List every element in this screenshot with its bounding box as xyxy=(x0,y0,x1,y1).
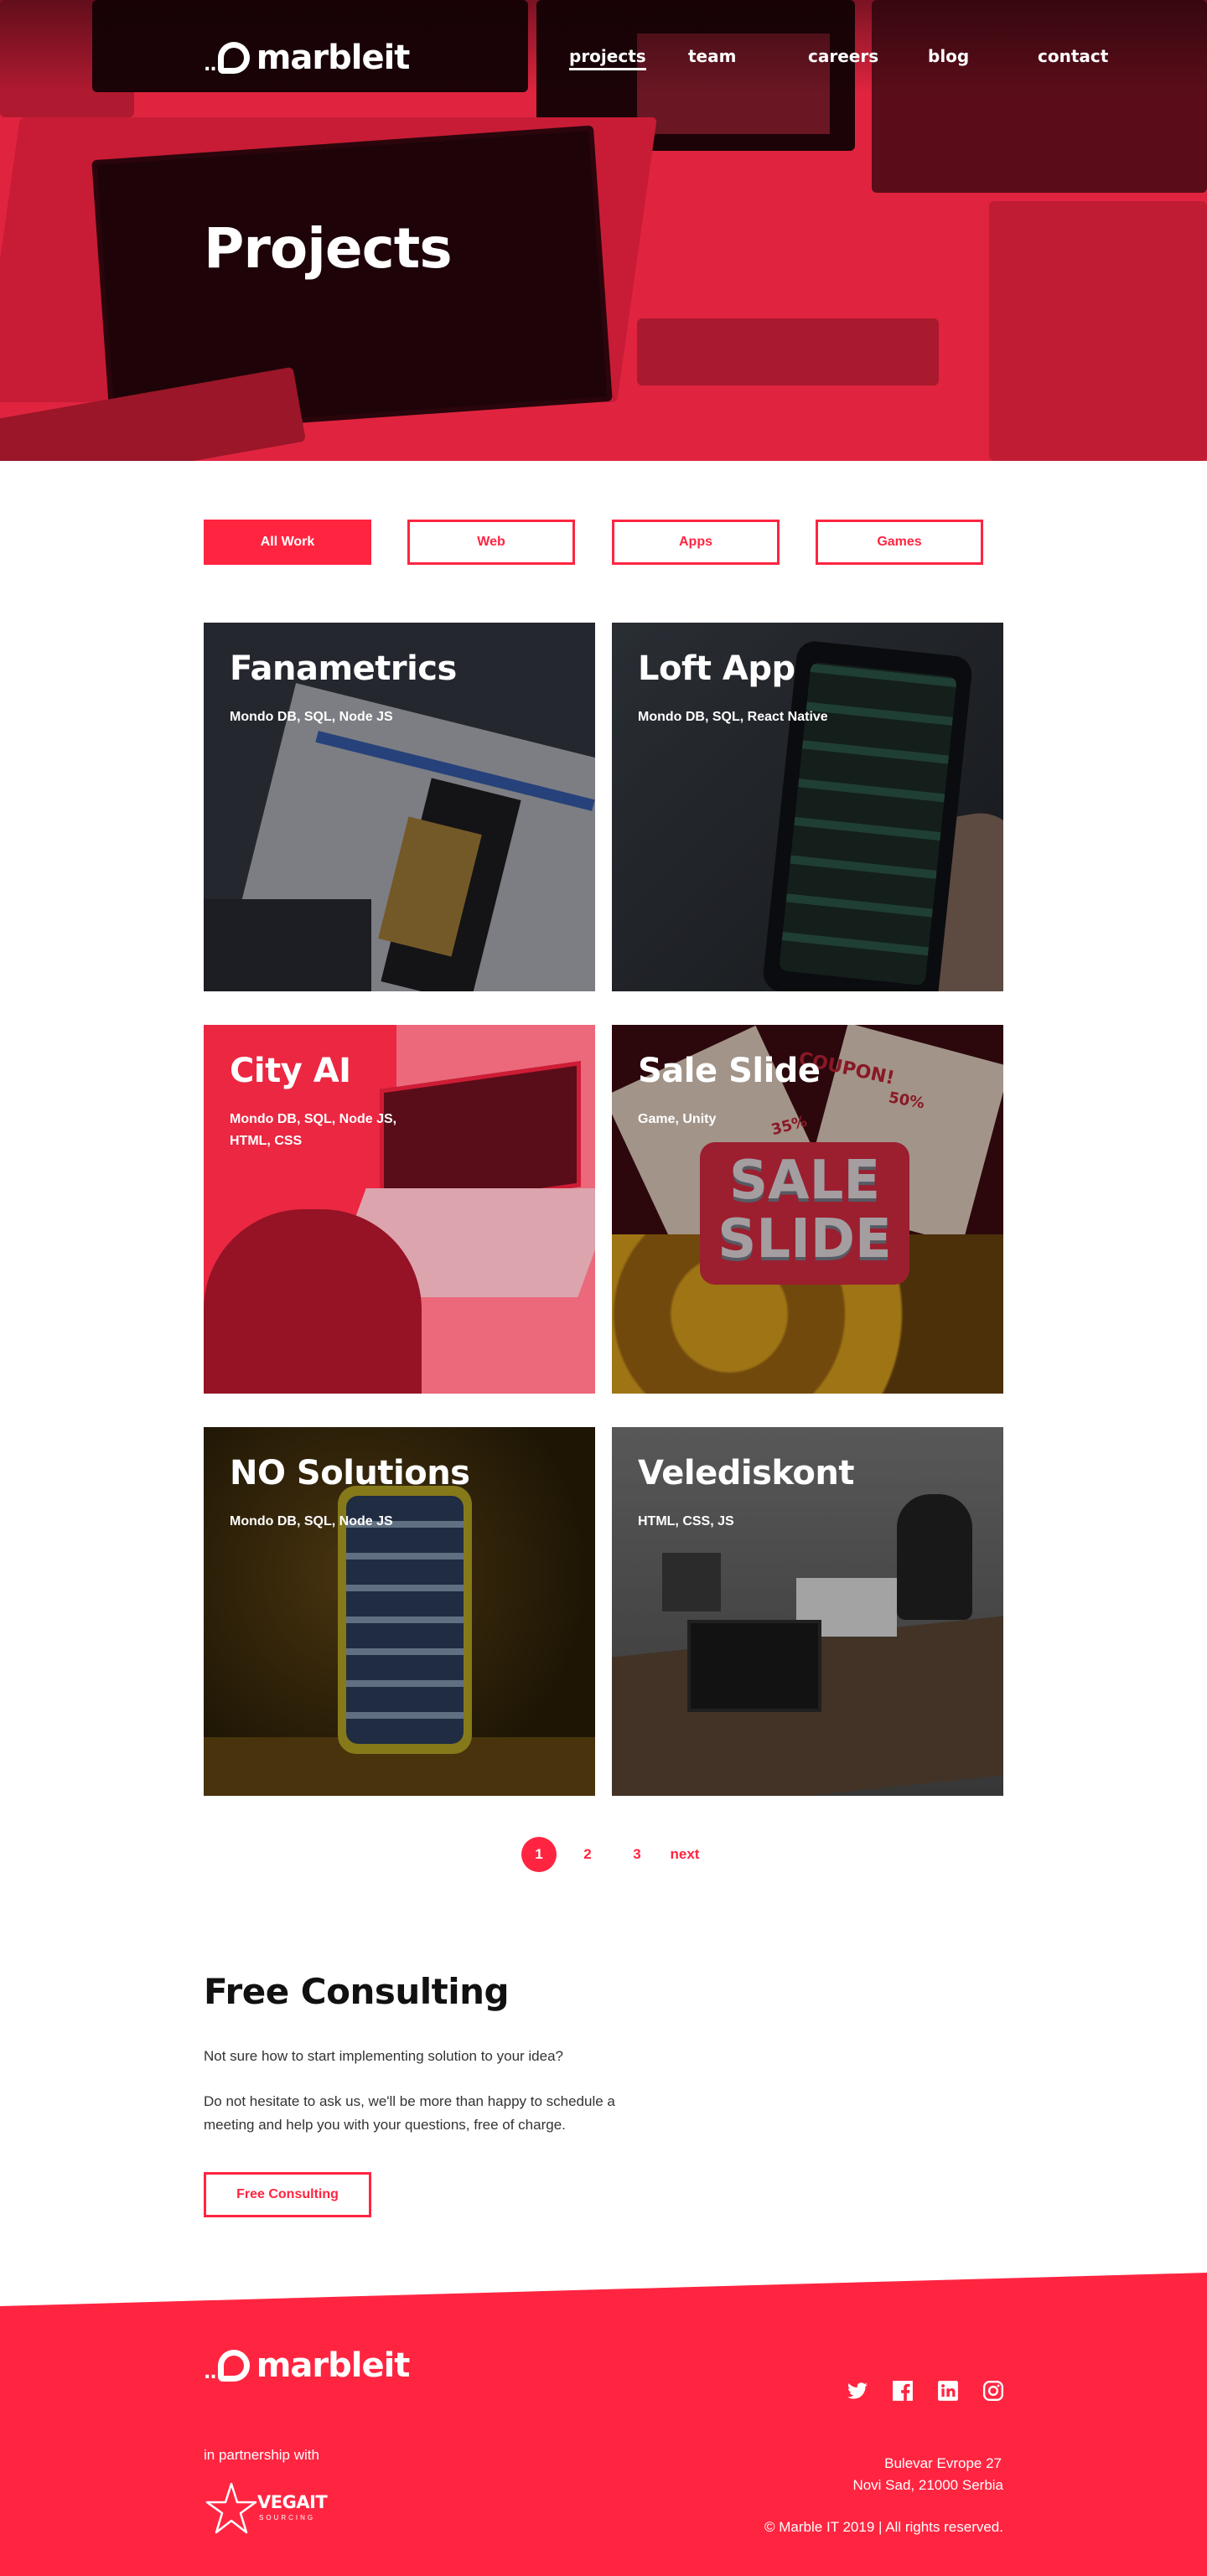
project-card-fanametrics[interactable]: Fanametrics Mondo DB, SQL, Node JS xyxy=(204,623,595,991)
vegait-star-icon xyxy=(205,2482,257,2534)
page: .. marbleit projects team careers blog c… xyxy=(0,0,1207,2576)
address-line-2: Novi Sad, 21000 Serbia xyxy=(852,2477,1003,2493)
logo-wordmark: marbleit xyxy=(256,39,411,77)
partnership-label: in partnership with xyxy=(204,2447,319,2463)
page-2-button[interactable]: 2 xyxy=(575,1837,600,1872)
marbleit-logo[interactable]: .. marbleit xyxy=(204,39,411,77)
next-page-link[interactable]: next xyxy=(664,1837,706,1872)
nav-projects[interactable]: projects xyxy=(569,46,646,70)
top-navigation: .. marbleit projects team careers blog c… xyxy=(0,0,1207,117)
footer-background xyxy=(0,2273,1207,2576)
project-card-city-ai[interactable]: City AI Mondo DB, SQL, Node JS, HTML, CS… xyxy=(204,1025,595,1394)
project-title: Fanametrics xyxy=(230,649,457,688)
page-1-button[interactable]: 1 xyxy=(521,1837,557,1872)
free-consulting-button[interactable]: Free Consulting xyxy=(204,2172,371,2217)
logo-dots-icon: .. xyxy=(204,2362,217,2383)
nav-blog[interactable]: blog xyxy=(928,46,969,66)
consulting-intro: Not sure how to start implementing solut… xyxy=(204,2048,564,2064)
project-card-sale-slide[interactable]: COUPON! 50% 35% SALE SLIDE Sale Slide Ga… xyxy=(612,1025,1003,1394)
project-card-no-solutions[interactable]: NO Solutions Mondo DB, SQL, Node JS xyxy=(204,1427,595,1796)
address-line-1: Bulevar Evrope 27 xyxy=(884,2455,1002,2471)
filter-web-button[interactable]: Web xyxy=(407,520,575,565)
project-tech: Mondo DB, SQL, Node JS xyxy=(230,710,393,724)
project-tech: Mondo DB, SQL, Node JS xyxy=(230,1514,393,1529)
filter-games-button[interactable]: Games xyxy=(816,520,983,565)
vegait-sub-wordmark: SOURCING xyxy=(259,2514,316,2522)
facebook-icon[interactable] xyxy=(892,2380,914,2402)
nav-team[interactable]: team xyxy=(688,46,736,66)
twitter-icon[interactable] xyxy=(847,2380,868,2402)
logo-ring-icon xyxy=(217,42,250,74)
hero-banner: .. marbleit projects team careers blog c… xyxy=(0,0,1207,461)
project-title: Sale Slide xyxy=(638,1052,821,1090)
logo-wordmark: marbleit xyxy=(256,2346,411,2385)
filter-apps-button[interactable]: Apps xyxy=(612,520,780,565)
filter-all-work-button[interactable]: All Work xyxy=(204,520,371,565)
nav-careers[interactable]: careers xyxy=(808,46,878,66)
project-title: Velediskont xyxy=(638,1454,855,1492)
page-title: Projects xyxy=(204,216,453,281)
nav-contact[interactable]: contact xyxy=(1038,46,1108,66)
project-card-velediskont[interactable]: Velediskont HTML, CSS, JS xyxy=(612,1427,1003,1796)
instagram-icon[interactable] xyxy=(982,2380,1004,2402)
project-title: Loft App xyxy=(638,649,795,688)
vegait-logo[interactable]: VEGAIT SOURCING xyxy=(204,2480,338,2534)
project-tech: Mondo DB, SQL, React Native xyxy=(638,710,828,724)
project-tech: HTML, CSS, JS xyxy=(638,1514,734,1529)
consulting-description: Do not hesitate to ask us, we'll be more… xyxy=(204,2093,615,2133)
project-title: City AI xyxy=(230,1052,351,1090)
project-tech: Game, Unity xyxy=(638,1112,717,1126)
project-title: NO Solutions xyxy=(230,1454,470,1492)
page-3-button[interactable]: 3 xyxy=(624,1837,650,1872)
copyright-text: © Marble IT 2019 | All rights reserved. xyxy=(764,2519,1003,2535)
project-card-loft-app[interactable]: Loft App Mondo DB, SQL, React Native xyxy=(612,623,1003,991)
linkedin-icon[interactable] xyxy=(937,2380,959,2402)
logo-dots-icon: .. xyxy=(204,54,217,75)
vegait-wordmark: VEGAIT xyxy=(257,2492,328,2512)
footer-marbleit-logo[interactable]: .. marbleit xyxy=(204,2346,411,2385)
logo-ring-icon xyxy=(217,2350,250,2382)
project-tech: Mondo DB, SQL, Node JS, HTML, CSS xyxy=(230,1112,397,1148)
consulting-title: Free Consulting xyxy=(204,1971,510,2012)
